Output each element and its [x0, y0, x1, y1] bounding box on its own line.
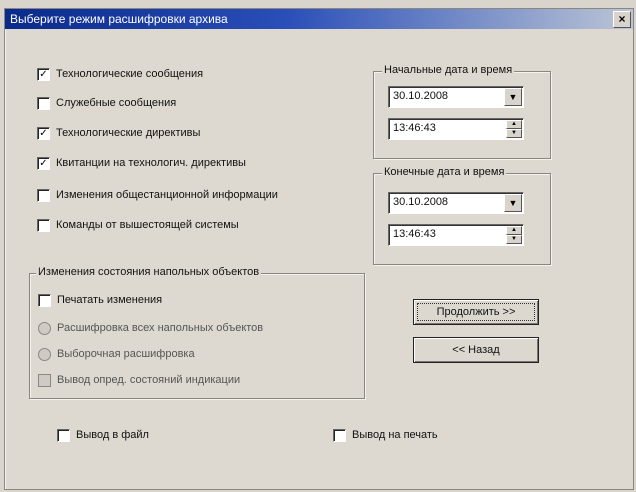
option-decode-all[interactable]: Расшифровка всех напольных объектов	[38, 320, 263, 336]
checkbox-output-to-file[interactable]	[57, 428, 70, 442]
start-time-spinner[interactable]: 13:46:43 ▲ ▼	[388, 118, 524, 140]
checkbox-output-states[interactable]	[38, 373, 51, 387]
title-bar: Выберите режим расшифровки архива ×	[5, 9, 633, 29]
option-label: Квитанции на технологич. директивы	[56, 157, 246, 169]
end-datetime-group: Конечные дата и время 30.10.2008 ▼ 13:46…	[373, 166, 551, 265]
close-button[interactable]: ×	[613, 11, 631, 28]
start-datetime-group: Начальные дата и время 30.10.2008 ▼ 13:4…	[373, 64, 551, 159]
button-label: << Назад	[452, 344, 500, 356]
spin-down-icon[interactable]: ▼	[506, 129, 522, 138]
archive-mode-dialog: Выберите режим расшифровки архива × ✓ Те…	[4, 8, 634, 490]
option-label: Служебные сообщения	[56, 97, 177, 109]
group-title: Конечные дата и время	[382, 166, 507, 178]
option-label: Вывод в файл	[76, 429, 149, 441]
checkbox-output-to-print[interactable]	[333, 428, 346, 442]
spin-up-icon[interactable]: ▲	[506, 120, 522, 129]
checkbox-tech-messages[interactable]: ✓	[37, 67, 50, 81]
floor-objects-group: Изменения состояния напольных объектов П…	[29, 266, 365, 399]
option-label: Выборочная расшифровка	[57, 348, 195, 360]
option-tech-messages[interactable]: ✓ Технологические сообщения	[37, 66, 203, 82]
checkbox-station-info-changes[interactable]	[37, 188, 50, 202]
checkbox-service-messages[interactable]	[37, 96, 50, 110]
option-label: Вывод опред. состояний индикации	[57, 374, 241, 386]
chevron-down-icon[interactable]: ▼	[504, 88, 522, 106]
option-output-states[interactable]: Вывод опред. состояний индикации	[38, 372, 240, 388]
radio-decode-selective[interactable]	[38, 347, 51, 361]
start-date-dropdown[interactable]: 30.10.2008 ▼	[388, 86, 524, 108]
radio-decode-all[interactable]	[38, 321, 51, 335]
checkbox-tech-directives[interactable]: ✓	[37, 126, 50, 140]
option-directive-receipts[interactable]: ✓ Квитанции на технологич. директивы	[37, 155, 246, 171]
option-label: Технологические директивы	[56, 127, 201, 139]
option-output-to-file[interactable]: Вывод в файл	[57, 427, 149, 443]
option-station-info-changes[interactable]: Изменения общестанционной информации	[37, 187, 278, 203]
checkbox-print-changes[interactable]	[38, 293, 51, 307]
option-label: Вывод на печать	[352, 429, 438, 441]
option-print-changes[interactable]: Печатать изменения	[38, 292, 162, 308]
chevron-down-icon[interactable]: ▼	[504, 194, 522, 212]
group-title: Изменения состояния напольных объектов	[36, 266, 262, 278]
option-label: Печатать изменения	[57, 294, 163, 306]
option-upper-system-commands[interactable]: Команды от вышестоящей системы	[37, 217, 239, 233]
focus-rect	[417, 303, 535, 321]
date-value: 30.10.2008	[393, 196, 449, 208]
continue-button[interactable]: Продолжить >>	[413, 299, 539, 325]
group-title: Начальные дата и время	[382, 64, 515, 76]
time-value: 13:46:43	[393, 228, 436, 240]
option-decode-selective[interactable]: Выборочная расшифровка	[38, 346, 195, 362]
end-time-spinner[interactable]: 13:46:43 ▲ ▼	[388, 224, 524, 246]
option-label: Технологические сообщения	[56, 68, 204, 80]
window-title: Выберите режим расшифровки архива	[10, 12, 228, 26]
date-value: 30.10.2008	[393, 90, 449, 102]
option-tech-directives[interactable]: ✓ Технологические директивы	[37, 125, 200, 141]
time-value: 13:46:43	[393, 122, 436, 134]
option-output-to-print[interactable]: Вывод на печать	[333, 427, 438, 443]
back-button[interactable]: << Назад	[413, 337, 539, 363]
option-label: Расшифровка всех напольных объектов	[57, 322, 264, 334]
spin-up-icon[interactable]: ▲	[506, 226, 522, 235]
option-label: Команды от вышестоящей системы	[56, 219, 239, 231]
option-service-messages[interactable]: Служебные сообщения	[37, 95, 176, 111]
spin-down-icon[interactable]: ▼	[506, 235, 522, 244]
checkbox-directive-receipts[interactable]: ✓	[37, 156, 50, 170]
option-label: Изменения общестанционной информации	[56, 189, 278, 201]
end-date-dropdown[interactable]: 30.10.2008 ▼	[388, 192, 524, 214]
checkbox-upper-system-commands[interactable]	[37, 218, 50, 232]
